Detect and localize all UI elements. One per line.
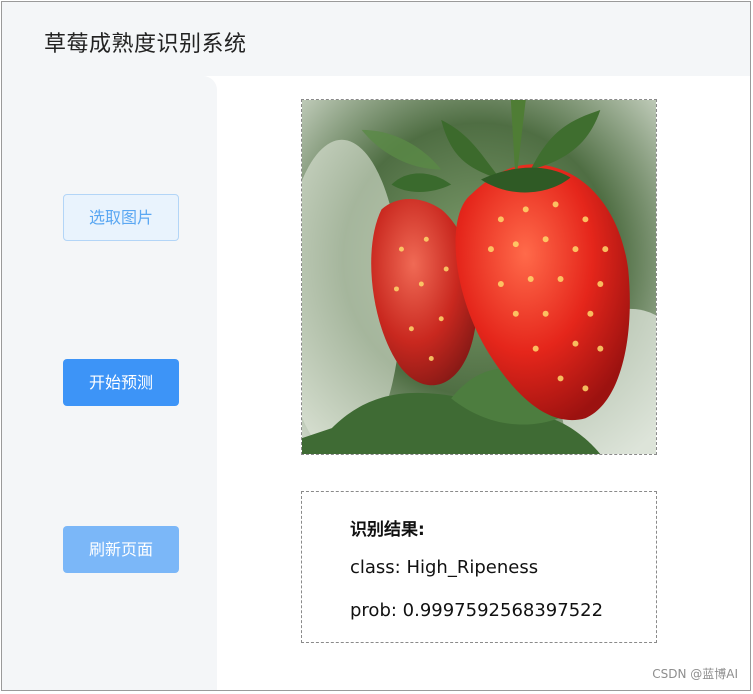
strawberry-photo	[302, 100, 656, 454]
image-preview	[301, 99, 657, 455]
refresh-page-button[interactable]: 刷新页面	[63, 526, 179, 573]
result-prob: prob: 0.9997592568397522	[350, 600, 604, 621]
app-window: 草莓成熟度识别系统 选取图片 开始预测 刷新页面 识别结果: class: Hi…	[1, 1, 751, 691]
result-panel: 识别结果: class: High_Ripeness prob: 0.99975…	[301, 491, 657, 643]
result-class: class: High_Ripeness	[350, 557, 539, 578]
select-image-button[interactable]: 选取图片	[63, 194, 179, 241]
start-predict-button[interactable]: 开始预测	[63, 359, 179, 406]
header: 草莓成熟度识别系统	[2, 2, 750, 76]
result-title: 识别结果:	[350, 520, 425, 540]
watermark: CSDN @蓝博AI	[652, 667, 738, 681]
page-title: 草莓成熟度识别系统	[44, 32, 247, 57]
